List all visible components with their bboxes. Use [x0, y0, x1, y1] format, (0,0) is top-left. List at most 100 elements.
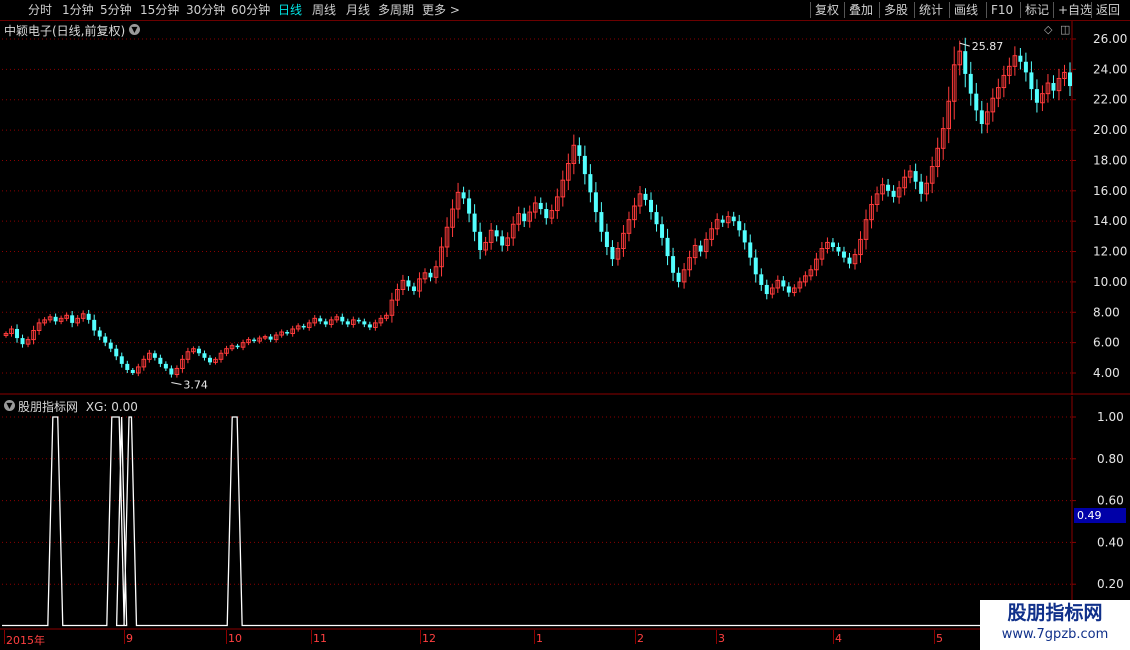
watermark: 股朋指标网 www.7gpzb.com [980, 600, 1130, 650]
candle-body [301, 325, 306, 328]
price-tick-label: 18.00 [1093, 153, 1127, 167]
x-axis-label: 2015年 [6, 634, 45, 647]
period-tab-6[interactable]: 日线 [278, 2, 302, 18]
indicator-chart[interactable]: 0.20 0.40 0.60 0.80 1.00 [0, 396, 1130, 630]
period-tab-3[interactable]: 15分钟 [140, 2, 179, 18]
candle-body [974, 93, 979, 111]
price-tick-label: 6.00 [1093, 336, 1120, 350]
candle-body [748, 242, 753, 258]
period-tab-5[interactable]: 60分钟 [231, 2, 270, 18]
toolbar-button-2[interactable]: 多股 [884, 2, 908, 18]
toolbar-button-0[interactable]: 复权 [815, 2, 839, 18]
candle-body [649, 199, 654, 213]
candle-body [428, 272, 433, 278]
candle-body [1029, 72, 1034, 90]
candle-body [169, 368, 174, 375]
candle-body [500, 236, 505, 246]
low-pointer [171, 382, 182, 386]
toolbar-button-3[interactable]: 统计 [919, 2, 943, 18]
indicator-tick-label: 1.00 [1097, 410, 1124, 424]
x-tick [420, 630, 421, 644]
toolbar-button-8[interactable]: 返回 [1096, 2, 1120, 18]
toolbar-separator [914, 2, 915, 18]
candle-body [913, 171, 918, 182]
stock-title-text: 中颖电子(日线,前复权) [4, 24, 126, 38]
candle-body [461, 192, 466, 199]
candle-body [836, 246, 841, 252]
candle-body [698, 245, 703, 252]
candle-body [467, 198, 472, 214]
candle-body [472, 213, 477, 232]
candle-body [841, 251, 846, 258]
toolbar-separator [986, 2, 987, 18]
period-tab-9[interactable]: 多周期 [378, 2, 414, 18]
candle-body [252, 339, 257, 342]
candle-body [15, 328, 20, 339]
period-tab-1[interactable]: 1分钟 [62, 2, 94, 18]
candlestick-chart[interactable]: 4.00 6.00 8.00 10.00 12.00 14.00 16.00 18.00 20.… [0, 21, 1130, 395]
toolbar-button-1[interactable]: 叠加 [849, 2, 873, 18]
candle-body [891, 190, 896, 197]
price-tick-label: 20.00 [1093, 123, 1127, 137]
candle-body [759, 274, 764, 285]
toolbar-button-6[interactable]: 标记 [1025, 2, 1049, 18]
candle-body [764, 284, 769, 295]
toolbar-separator [1091, 2, 1092, 18]
stock-title: 中颖电子(日线,前复权) [4, 22, 125, 39]
toolbar-button-4[interactable]: 画线 [954, 2, 978, 18]
period-tab-10[interactable]: 更多 > [422, 2, 460, 18]
candle-body [411, 286, 416, 292]
candle-body [544, 209, 549, 219]
x-tick [833, 630, 834, 644]
price-tick-label: 8.00 [1093, 305, 1120, 319]
period-tab-0[interactable]: 分时 [28, 2, 52, 18]
indicator-value: XG: 0.00 [85, 400, 138, 414]
x-tick [635, 630, 636, 644]
x-tick [534, 630, 535, 644]
high-pointer [959, 42, 970, 47]
chevron-down-icon[interactable]: ▼ [129, 24, 140, 35]
candle-body [654, 212, 659, 225]
candle-body [830, 242, 835, 247]
xg-line [2, 416, 1072, 627]
candle-body [158, 357, 163, 364]
period-tab-8[interactable]: 月线 [346, 2, 370, 18]
watermark-url: www.7gpzb.com [1001, 627, 1109, 642]
candle-body [665, 237, 670, 257]
candle-body [781, 280, 786, 287]
candle-body [582, 155, 587, 175]
candle-body [671, 256, 676, 273]
toolbar-button-5[interactable]: F10 [991, 2, 1013, 18]
candle-body [103, 336, 108, 343]
candle-body [1051, 83, 1056, 91]
candle-body [522, 213, 527, 222]
chevron-down-icon[interactable]: ▼ [4, 400, 15, 411]
period-tab-4[interactable]: 30分钟 [186, 2, 225, 18]
candle-body [345, 321, 350, 325]
toolbar-button-7[interactable]: +自选 [1058, 2, 1092, 18]
diamond-icon[interactable]: ◇ [1044, 23, 1052, 36]
candle-body [720, 219, 725, 223]
price-tick-label: 26.00 [1093, 32, 1127, 46]
watermark-title: 股朋指标网 [1007, 602, 1103, 624]
x-axis-label: 12 [422, 632, 436, 645]
x-axis-label: 9 [126, 632, 133, 645]
candle-body [588, 174, 593, 193]
indicator-tick-label: 0.20 [1097, 577, 1124, 591]
period-tab-2[interactable]: 5分钟 [100, 2, 132, 18]
indicator-title: 股朋指标网 XG: 0.00 [18, 398, 138, 415]
candle-body [268, 336, 273, 340]
candle-body [367, 324, 372, 328]
window-icon[interactable]: ◫ [1060, 23, 1070, 36]
candle-body [847, 257, 852, 264]
candle-body [604, 231, 609, 247]
candle-body [753, 257, 758, 275]
period-tab-7[interactable]: 周线 [312, 2, 336, 18]
x-axis-label: 11 [313, 632, 327, 645]
indicator-name: 股朋指标网 [18, 400, 79, 414]
candle-body [886, 184, 891, 191]
x-axis-label: 4 [835, 632, 842, 645]
candle-body [340, 316, 345, 322]
candle-body [53, 316, 58, 322]
candle-body [676, 272, 681, 282]
